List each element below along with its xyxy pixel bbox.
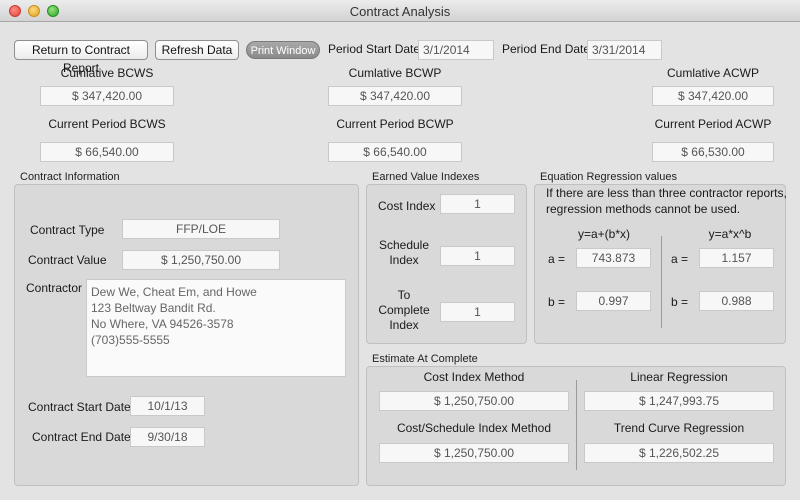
regression-note-line: If there are less than three contractor … bbox=[546, 186, 787, 200]
title-bar: Contract Analysis bbox=[0, 0, 800, 22]
regression-values-title: Equation Regression values bbox=[540, 171, 677, 183]
curve-a-field[interactable]: 1.157 bbox=[699, 248, 774, 268]
contract-type-label: Contract Type bbox=[30, 223, 105, 237]
regression-note: If there are less than three contractor … bbox=[546, 185, 787, 217]
print-window-button[interactable]: Print Window bbox=[246, 41, 320, 59]
period-start-field[interactable]: 3/1/2014 bbox=[418, 40, 494, 60]
contractor-textarea[interactable]: Dew We, Cheat Em, and Howe 123 Beltway B… bbox=[86, 279, 346, 377]
eac-divider bbox=[576, 380, 577, 470]
to-complete-index-label-line: Complete bbox=[378, 303, 430, 317]
cost-index-field[interactable]: 1 bbox=[440, 194, 515, 214]
contractor-label: Contractor bbox=[26, 281, 83, 295]
cumulative-acwp-label: Cumlative ACWP bbox=[666, 66, 760, 80]
trend-curve-regression-field[interactable]: $ 1,226,502.25 bbox=[584, 443, 774, 463]
contractor-line: (703)555-5555 bbox=[91, 333, 170, 347]
contractor-line: 123 Beltway Bandit Rd. bbox=[91, 301, 216, 315]
linear-b-field[interactable]: 0.997 bbox=[576, 291, 651, 311]
schedule-index-label: Schedule Index bbox=[372, 238, 436, 268]
cumulative-bcwp-field[interactable]: $ 347,420.00 bbox=[328, 86, 462, 106]
current-period-bcws-label: Current Period BCWS bbox=[48, 117, 166, 131]
linear-regression-field[interactable]: $ 1,247,993.75 bbox=[584, 391, 774, 411]
to-complete-index-label: To Complete Index bbox=[372, 288, 436, 333]
cost-schedule-index-method-field[interactable]: $ 1,250,750.00 bbox=[379, 443, 569, 463]
contract-start-date-field[interactable]: 10/1/13 bbox=[130, 396, 205, 416]
main-content: Return to Contract Report Refresh Data P… bbox=[0, 22, 800, 500]
cost-schedule-index-method-label: Cost/Schedule Index Method bbox=[396, 421, 552, 435]
cost-index-label: Cost Index bbox=[378, 199, 436, 213]
cumulative-bcwp-label: Cumlative BCWP bbox=[348, 66, 442, 80]
linear-b-label: b = bbox=[548, 295, 566, 309]
current-period-bcwp-field[interactable]: $ 66,540.00 bbox=[328, 142, 462, 162]
schedule-index-label-line: Index bbox=[389, 253, 419, 267]
estimate-at-complete-title: Estimate At Complete bbox=[372, 353, 478, 365]
contract-end-date-field[interactable]: 9/30/18 bbox=[130, 427, 205, 447]
trend-curve-regression-label: Trend Curve Regression bbox=[613, 421, 745, 435]
current-period-acwp-label: Current Period ACWP bbox=[654, 117, 772, 131]
linear-equation-label: y=a+(b*x) bbox=[577, 227, 631, 241]
cost-index-method-label: Cost Index Method bbox=[423, 370, 525, 384]
period-start-label: Period Start Date bbox=[328, 42, 421, 56]
return-to-contract-report-button[interactable]: Return to Contract Report bbox=[14, 40, 148, 75]
contractor-line: No Where, VA 94526-3578 bbox=[91, 317, 234, 331]
refresh-data-button[interactable]: Refresh Data bbox=[155, 40, 239, 60]
earned-value-indexes-title: Earned Value Indexes bbox=[372, 171, 480, 183]
curve-equation-label: y=a*x^b bbox=[708, 227, 752, 241]
current-period-bcws-field[interactable]: $ 66,540.00 bbox=[40, 142, 174, 162]
linear-a-field[interactable]: 743.873 bbox=[576, 248, 651, 268]
contract-start-date-label: Contract Start Date bbox=[28, 400, 131, 414]
current-period-acwp-field[interactable]: $ 66,530.00 bbox=[652, 142, 774, 162]
schedule-index-field[interactable]: 1 bbox=[440, 246, 515, 266]
cumulative-bcws-label: Cumlative BCWS bbox=[60, 66, 154, 80]
to-complete-index-field[interactable]: 1 bbox=[440, 302, 515, 322]
current-period-bcwp-label: Current Period BCWP bbox=[336, 117, 454, 131]
curve-a-label: a = bbox=[671, 252, 689, 266]
contract-information-title: Contract Information bbox=[20, 171, 120, 183]
window-title: Contract Analysis bbox=[349, 4, 451, 19]
schedule-index-label-line: Schedule bbox=[378, 238, 430, 252]
cumulative-bcws-field[interactable]: $ 347,420.00 bbox=[40, 86, 174, 106]
cost-index-method-field[interactable]: $ 1,250,750.00 bbox=[379, 391, 569, 411]
period-end-label: Period End Date bbox=[502, 42, 591, 56]
to-complete-index-label-line: Index bbox=[389, 318, 419, 332]
regression-divider bbox=[661, 236, 662, 328]
contract-type-field[interactable]: FFP/LOE bbox=[122, 219, 280, 239]
to-complete-index-label-line: To bbox=[397, 288, 411, 302]
regression-note-line: regression methods cannot be used. bbox=[546, 202, 741, 216]
contract-end-date-label: Contract End Date bbox=[32, 430, 131, 444]
curve-b-label: b = bbox=[671, 295, 689, 309]
contract-value-label: Contract Value bbox=[28, 253, 107, 267]
contractor-line: Dew We, Cheat Em, and Howe bbox=[91, 285, 257, 299]
linear-a-label: a = bbox=[548, 252, 566, 266]
cumulative-acwp-field[interactable]: $ 347,420.00 bbox=[652, 86, 774, 106]
contract-value-field[interactable]: $ 1,250,750.00 bbox=[122, 250, 280, 270]
period-end-field[interactable]: 3/31/2014 bbox=[587, 40, 662, 60]
linear-regression-label: Linear Regression bbox=[630, 370, 728, 384]
curve-b-field[interactable]: 0.988 bbox=[699, 291, 774, 311]
